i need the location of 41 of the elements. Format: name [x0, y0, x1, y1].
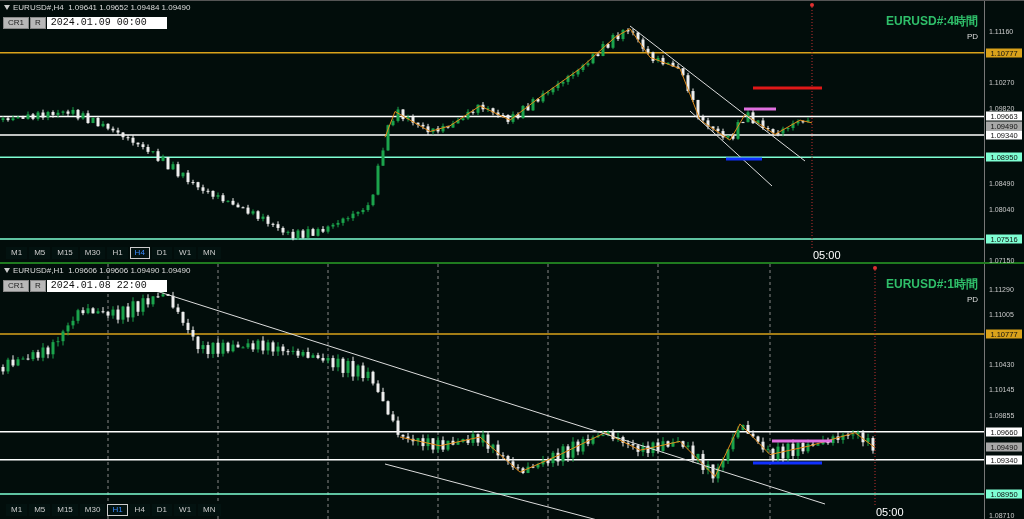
time-marker-dot	[873, 266, 877, 270]
dropdown-icon[interactable]	[4, 268, 10, 273]
timeframe-button[interactable]: M30	[79, 504, 106, 516]
timeframe-button[interactable]: M1	[6, 247, 28, 259]
timeframe-button[interactable]: M30	[79, 247, 106, 259]
timeframe-button[interactable]: H4	[129, 247, 150, 259]
timeframe-button[interactable]: W1	[174, 247, 197, 259]
timeframe-button[interactable]: M5	[29, 504, 51, 516]
horizontal-segment	[744, 107, 776, 111]
timeframe-button[interactable]: M5	[29, 247, 51, 259]
timeframe-button[interactable]: MN	[198, 504, 221, 516]
time-label: 05:00	[812, 249, 842, 261]
chart-subtitle: PD	[965, 295, 978, 304]
horizontal-segment	[753, 86, 822, 90]
dropdown-icon[interactable]	[4, 5, 10, 10]
chart-title: EURUSD#:4時間	[886, 13, 978, 30]
timeframe-button[interactable]: H1	[107, 504, 128, 516]
tool-button[interactable]: R	[30, 280, 46, 292]
horizontal-segment	[772, 439, 832, 443]
chart-title: EURUSD#:1時間	[886, 276, 978, 293]
horizontal-segment	[726, 157, 762, 161]
date-field[interactable]: 2024.01.08 22:00	[46, 280, 167, 292]
timeframe-button[interactable]: MN	[198, 247, 221, 259]
timeframe-button[interactable]: M15	[52, 504, 78, 516]
date-field[interactable]: 2024.01.09 00:00	[46, 17, 167, 29]
chart-header: EURUSD#,H4 1.09641 1.09652 1.09484 1.09490	[13, 3, 191, 12]
timeframe-button[interactable]: H4	[129, 504, 150, 516]
timeframe-button[interactable]: M1	[6, 504, 28, 516]
tool-button[interactable]: CR1	[3, 17, 29, 29]
timeframe-button[interactable]: H1	[107, 247, 128, 259]
horizontal-segment	[753, 461, 822, 465]
timeframe-button[interactable]: M15	[52, 247, 78, 259]
chart-header: EURUSD#,H1 1.09606 1.09606 1.09490 1.09490	[13, 266, 191, 275]
tool-button[interactable]: CR1	[3, 280, 29, 292]
timeframe-button[interactable]: D1	[151, 504, 173, 516]
timeframe-button[interactable]: D1	[151, 247, 173, 259]
tool-button[interactable]: R	[30, 17, 46, 29]
timeframe-button[interactable]: W1	[174, 504, 197, 516]
time-marker-dot	[810, 3, 814, 7]
chart-subtitle: PD	[965, 32, 978, 41]
time-label: 05:00	[875, 506, 905, 518]
